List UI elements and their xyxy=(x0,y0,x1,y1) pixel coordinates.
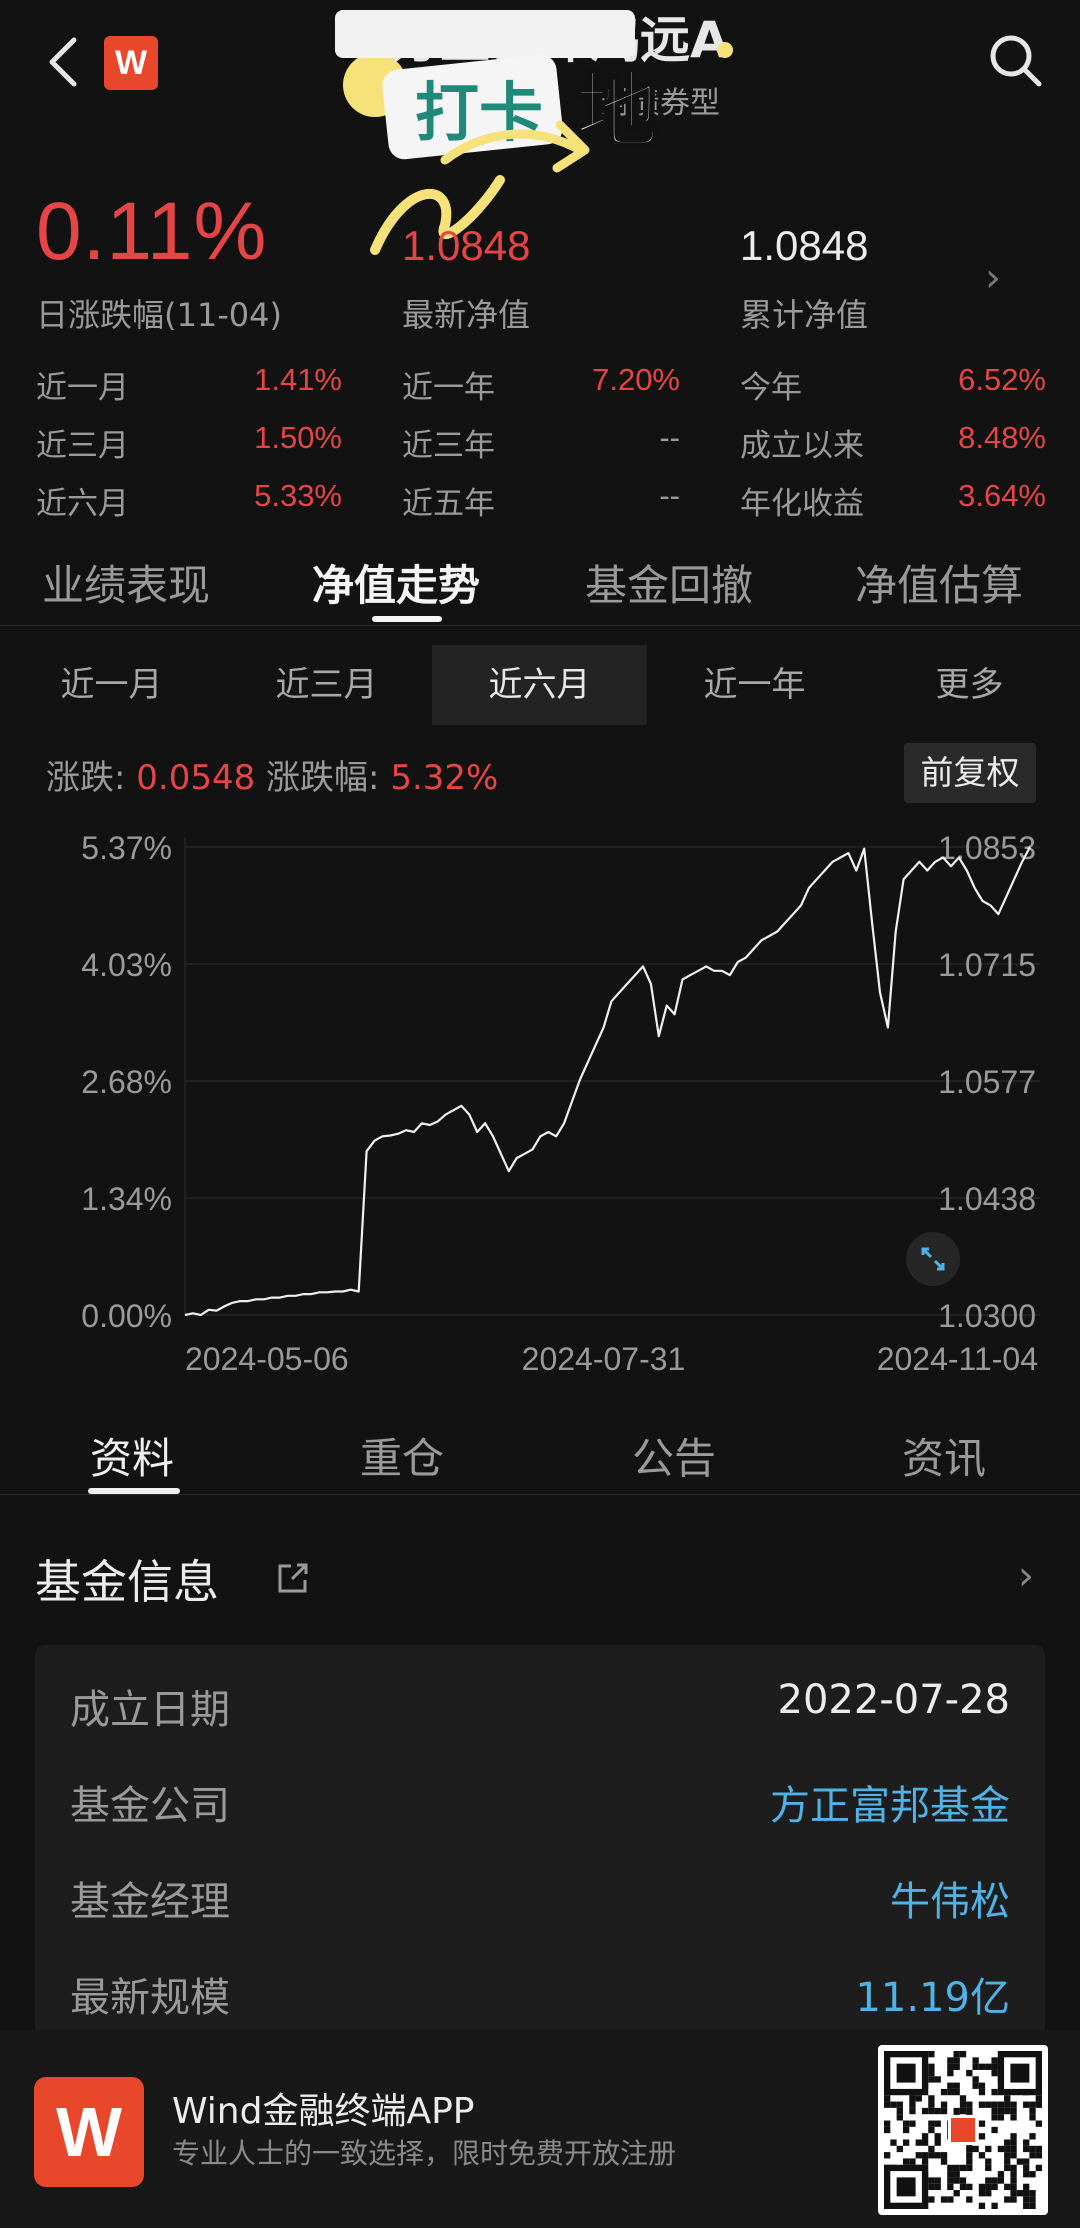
period-tab-1m[interactable]: 近一月 xyxy=(4,645,219,725)
x-tick-label: 2024-05-06 xyxy=(185,1341,349,1377)
perf-label: 近六月 xyxy=(36,486,129,522)
chevron-right-icon[interactable]: › xyxy=(1018,1553,1034,1599)
nav-chart[interactable]: 5.37% 1.0853 4.03% 1.0715 2.68% 1.0577 1.34% 1.… xyxy=(0,815,1080,1385)
promo-subtitle: 专业人士的一致选择，限时免费开放注册 xyxy=(172,2137,677,2170)
perf-label: 近五年 xyxy=(402,486,495,522)
cum-nav-value: 1.0848 xyxy=(740,222,869,269)
back-arrow-icon[interactable] xyxy=(40,30,90,90)
y-tick-right: 1.0577 xyxy=(938,1064,1036,1100)
y-tick-left: 1.34% xyxy=(81,1181,172,1217)
search-icon[interactable] xyxy=(985,30,1045,90)
fund-manager-link[interactable]: 牛伟松 xyxy=(890,1869,1010,1927)
perf-label: 近一年 xyxy=(402,370,495,406)
period-tab-more[interactable]: 更多 xyxy=(862,645,1077,725)
wind-app-logo: W xyxy=(34,2077,144,2187)
tab-news[interactable]: 资讯 xyxy=(902,1425,986,1486)
y-tick-right: 1.0438 xyxy=(938,1181,1036,1217)
change-abs-value: 0.0548 xyxy=(136,758,256,798)
y-tick-right: 1.0715 xyxy=(938,947,1036,983)
tab-nav-trend[interactable]: 净值走势 xyxy=(312,552,480,613)
info-tab-bar: 资料 重仓 公告 资讯 xyxy=(0,1420,1080,1495)
change-pct-value: 5.32% xyxy=(390,758,499,798)
tab-holdings[interactable]: 重仓 xyxy=(360,1425,444,1486)
nav-chart-svg: 5.37% 1.0853 4.03% 1.0715 2.68% 1.0577 1.34% 1.… xyxy=(81,830,1040,1377)
info-key: 最新规模 xyxy=(70,1975,230,2021)
promo-title: Wind金融终端APP xyxy=(172,2091,475,2132)
svg-text:地: 地 xyxy=(575,62,659,160)
y-tick-right: 1.0853 xyxy=(938,830,1036,866)
info-row: 基金公司 方正富邦基金 xyxy=(35,1753,1045,1849)
wind-logo[interactable]: W xyxy=(104,36,158,90)
tab-drawdown[interactable]: 基金回撤 xyxy=(585,552,753,613)
tab-performance[interactable]: 业绩表现 xyxy=(42,552,210,613)
info-row: 成立日期 2022-07-28 xyxy=(35,1657,1045,1753)
y-tick-left: 0.00% xyxy=(81,1298,172,1334)
expand-icon[interactable] xyxy=(906,1232,960,1286)
info-value: 2022-07-28 xyxy=(777,1677,1010,1723)
info-tab-indicator xyxy=(88,1488,180,1494)
daily-change-value: 0.11% xyxy=(36,186,268,277)
perf-label: 近一月 xyxy=(36,370,129,406)
perf-value: 5.33% xyxy=(254,478,342,513)
perf-value: 8.48% xyxy=(958,420,1046,455)
tab-nav-estimate[interactable]: 净值估算 xyxy=(855,552,1023,613)
x-tick-label: 2024-11-04 xyxy=(877,1341,1038,1377)
y-tick-left: 2.68% xyxy=(81,1064,172,1100)
change-abs-label: 涨跌: xyxy=(46,758,137,798)
perf-value: 1.41% xyxy=(254,362,342,397)
y-tick-right: 1.0300 xyxy=(938,1298,1036,1334)
active-tab-indicator xyxy=(372,616,442,622)
qr-code-icon xyxy=(878,2045,1048,2215)
main-tab-bar: 业绩表现 净值走势 基金回撤 净值估算 xyxy=(0,540,1080,626)
adjust-button[interactable]: 前复权 xyxy=(904,743,1036,803)
fund-size-link[interactable]: 11.19亿 xyxy=(855,1965,1010,2023)
perf-label: 近三月 xyxy=(36,428,129,464)
perf-value: -- xyxy=(659,478,680,513)
info-key: 成立日期 xyxy=(70,1687,230,1733)
perf-value: 3.64% xyxy=(958,478,1046,513)
sticker-overlay: 打卡 地 xyxy=(335,10,755,260)
share-icon[interactable] xyxy=(275,1560,311,1596)
daily-change-label: 日涨跌幅(11-04) xyxy=(36,296,282,334)
fund-info-card: 成立日期 2022-07-28 基金公司 方正富邦基金 基金经理 牛伟松 最新规… xyxy=(35,1645,1045,2045)
perf-label: 今年 xyxy=(740,370,802,406)
perf-value: 6.52% xyxy=(958,362,1046,397)
period-tab-bar: 近一月 近三月 近六月 近一年 更多 xyxy=(0,645,1080,725)
y-tick-left: 4.03% xyxy=(81,947,172,983)
info-key: 基金经理 xyxy=(70,1879,230,1925)
change-summary: 涨跌: 0.0548 涨跌幅: 5.32% xyxy=(46,750,498,799)
perf-label: 年化收益 xyxy=(740,486,864,522)
fund-info-title: 基金信息 xyxy=(35,1555,219,1609)
fund-company-link[interactable]: 方正富邦基金 xyxy=(770,1773,1010,1831)
change-pct-label: 涨跌幅: xyxy=(266,758,391,798)
perf-label: 成立以来 xyxy=(740,428,864,464)
cum-nav-label: 累计净值 xyxy=(740,296,869,334)
perf-label: 近三年 xyxy=(402,428,495,464)
y-tick-left: 5.37% xyxy=(81,830,172,866)
info-row: 基金经理 牛伟松 xyxy=(35,1849,1045,1945)
perf-value: 1.50% xyxy=(254,420,342,455)
period-tab-6m[interactable]: 近六月 xyxy=(432,645,647,725)
info-key: 基金公司 xyxy=(70,1783,230,1829)
period-tab-1y[interactable]: 近一年 xyxy=(647,645,862,725)
tab-profile[interactable]: 资料 xyxy=(90,1425,174,1486)
period-tab-3m[interactable]: 近三月 xyxy=(219,645,434,725)
chevron-right-icon[interactable]: › xyxy=(985,255,1001,301)
latest-nav-label: 最新净值 xyxy=(402,296,531,334)
perf-value: 7.20% xyxy=(592,362,680,397)
latest-nav-value: 1.0848 xyxy=(402,222,531,269)
perf-value: -- xyxy=(659,420,680,455)
info-row: 最新规模 11.19亿 xyxy=(35,1945,1045,2041)
tab-announcements[interactable]: 公告 xyxy=(632,1425,716,1486)
x-tick-label: 2024-07-31 xyxy=(522,1341,686,1377)
